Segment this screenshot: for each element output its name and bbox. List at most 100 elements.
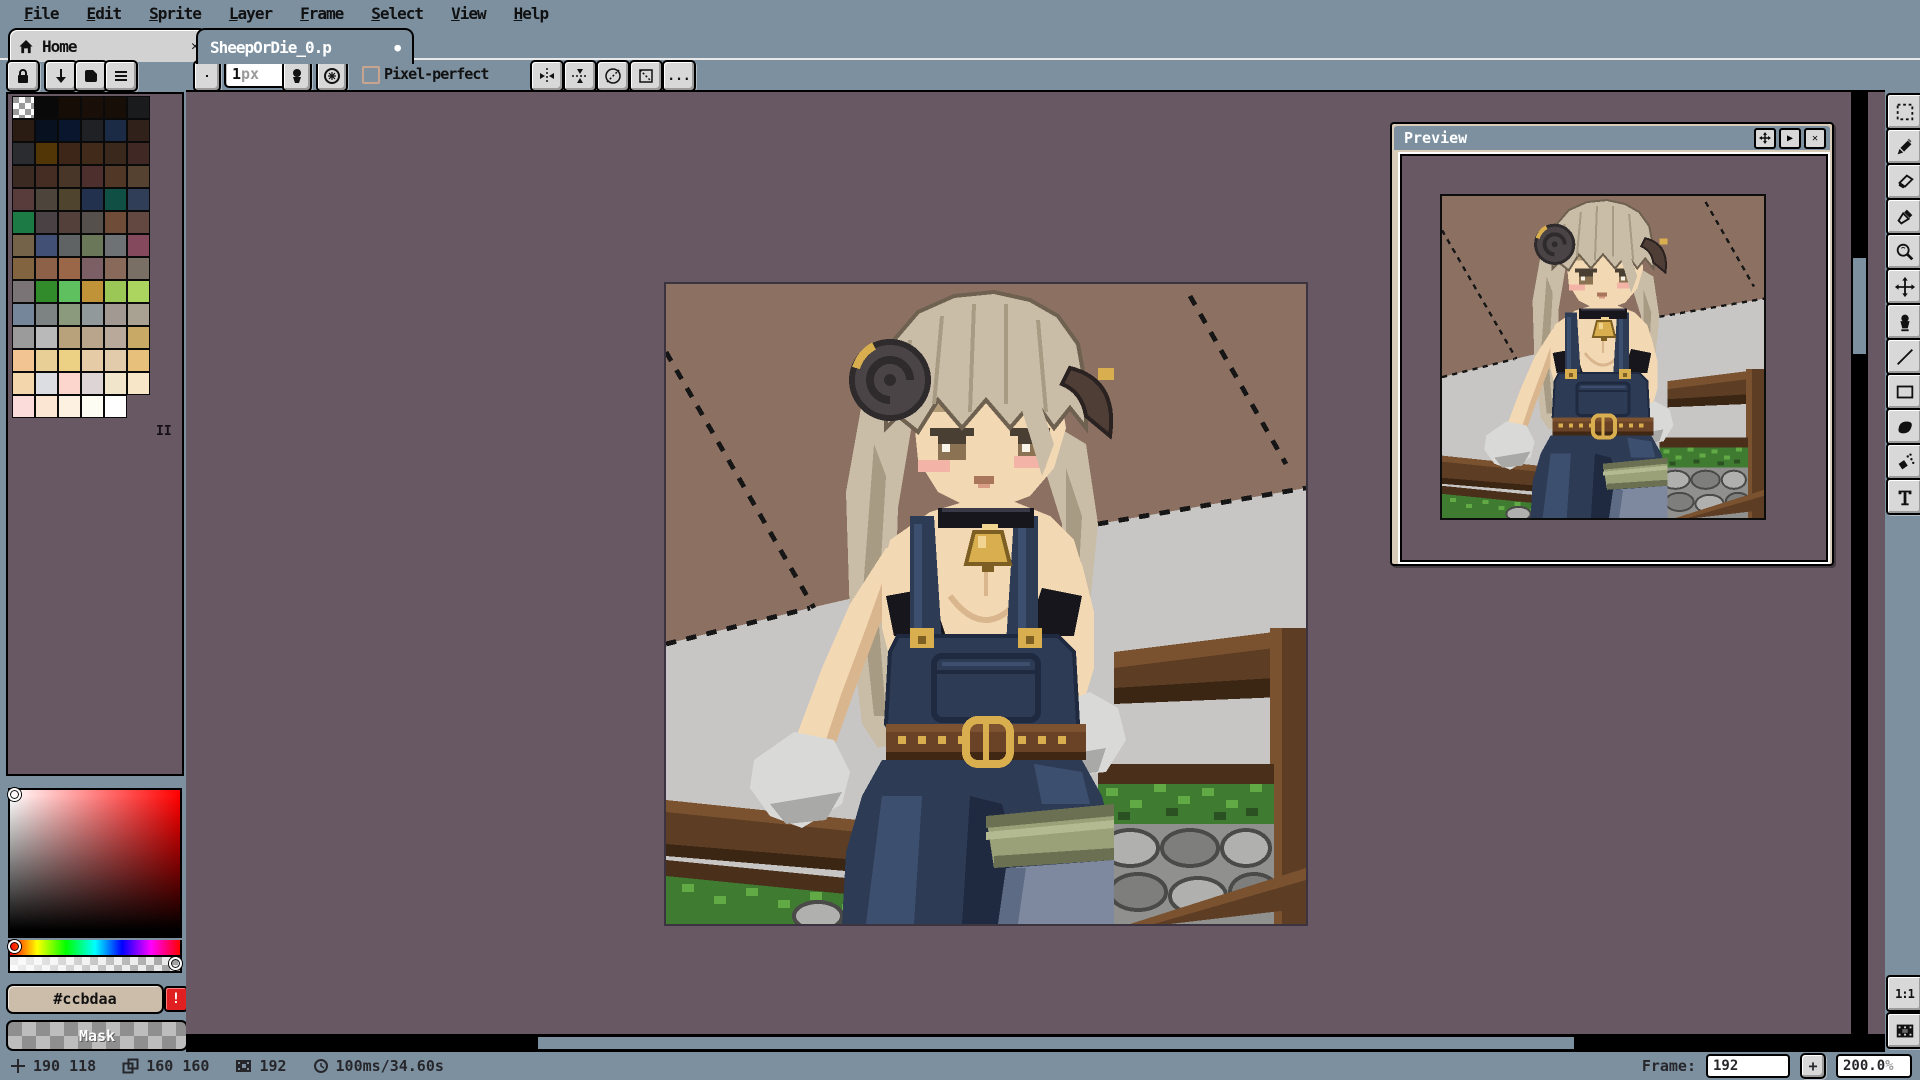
palette-swatch[interactable] bbox=[81, 211, 104, 234]
palette-swatch[interactable] bbox=[35, 303, 58, 326]
timeline-toggle-button[interactable] bbox=[1886, 1012, 1920, 1049]
palette-swatch[interactable] bbox=[104, 96, 127, 119]
dynamics-button[interactable] bbox=[316, 60, 348, 92]
palette-swatch[interactable] bbox=[58, 349, 81, 372]
tool-spray[interactable] bbox=[1886, 443, 1920, 480]
preview-center-button[interactable] bbox=[1754, 128, 1776, 149]
brush-size-input[interactable]: 1px bbox=[224, 60, 288, 88]
palette-swatch[interactable] bbox=[58, 257, 81, 280]
palette-swatch[interactable] bbox=[104, 280, 127, 303]
palette-swatch[interactable] bbox=[127, 303, 150, 326]
palette-swatch[interactable] bbox=[58, 96, 81, 119]
palette-swatch[interactable] bbox=[12, 349, 35, 372]
palette-swatch[interactable] bbox=[104, 395, 127, 418]
palette-swatch[interactable] bbox=[104, 234, 127, 257]
palette-swatch[interactable] bbox=[104, 349, 127, 372]
palette-swatch[interactable] bbox=[104, 119, 127, 142]
palette-swatch[interactable] bbox=[81, 96, 104, 119]
palette-swatch[interactable] bbox=[127, 234, 150, 257]
symmetry-horizontal-button[interactable] bbox=[530, 60, 564, 92]
preview-title-bar[interactable]: Preview ▶ ✕ bbox=[1394, 126, 1830, 150]
tool-move[interactable] bbox=[1886, 268, 1920, 305]
zoom-1-1-button[interactable]: 1:1 bbox=[1886, 975, 1920, 1012]
ink-type-button[interactable] bbox=[282, 60, 312, 92]
palette-swatch[interactable] bbox=[58, 142, 81, 165]
palette-swatch[interactable] bbox=[58, 188, 81, 211]
hue-slider[interactable] bbox=[8, 940, 182, 957]
palette-swatch[interactable] bbox=[58, 326, 81, 349]
palette-swatch[interactable] bbox=[81, 395, 104, 418]
palette-swatch[interactable] bbox=[12, 119, 35, 142]
palette-swatch[interactable] bbox=[12, 280, 35, 303]
palette-swatch[interactable] bbox=[35, 96, 58, 119]
alpha-marker[interactable] bbox=[169, 957, 182, 970]
palette-swatch[interactable] bbox=[104, 165, 127, 188]
tool-rectangular-marquee[interactable] bbox=[1886, 93, 1920, 130]
alpha-slider[interactable] bbox=[8, 957, 182, 973]
symmetry-left-diagonal-button[interactable] bbox=[629, 60, 663, 92]
palette-swatch[interactable] bbox=[58, 303, 81, 326]
preview-window[interactable]: Preview ▶ ✕ bbox=[1390, 122, 1834, 566]
palette-swatch[interactable] bbox=[127, 165, 150, 188]
palette-swatch[interactable] bbox=[81, 142, 104, 165]
menu-view[interactable]: View bbox=[437, 2, 500, 25]
palette-swatch[interactable] bbox=[81, 119, 104, 142]
palette-swatch[interactable] bbox=[127, 372, 150, 395]
pixel-perfect-checkbox[interactable] bbox=[362, 66, 380, 84]
palette-swatch[interactable] bbox=[104, 257, 127, 280]
palette-resize-handle[interactable]: II bbox=[156, 424, 172, 439]
symmetry-right-diagonal-button[interactable] bbox=[596, 60, 630, 92]
palette-swatch[interactable] bbox=[12, 326, 35, 349]
menu-sprite[interactable]: Sprite bbox=[135, 2, 215, 25]
brush-preview-button[interactable] bbox=[193, 60, 221, 92]
palette-swatch[interactable] bbox=[12, 96, 35, 119]
palette-swatch[interactable] bbox=[58, 211, 81, 234]
palette-swatch[interactable] bbox=[81, 303, 104, 326]
palette-swatch[interactable] bbox=[127, 96, 150, 119]
tool-line[interactable] bbox=[1886, 338, 1920, 375]
palette-swatch[interactable] bbox=[81, 372, 104, 395]
zoom-level-input[interactable]: 200.0% bbox=[1836, 1054, 1912, 1078]
palette-swatch[interactable] bbox=[12, 372, 35, 395]
palette-swatch[interactable] bbox=[58, 119, 81, 142]
hex-color-input[interactable]: #ccbdaa bbox=[6, 984, 164, 1014]
tool-contour[interactable] bbox=[1886, 408, 1920, 445]
tool-rectangle[interactable] bbox=[1886, 373, 1920, 410]
palette-swatch[interactable] bbox=[127, 257, 150, 280]
tool-text[interactable] bbox=[1886, 478, 1920, 515]
palette-swatch[interactable] bbox=[58, 234, 81, 257]
vertical-scrollbar[interactable] bbox=[1851, 92, 1868, 1036]
palette-swatch[interactable] bbox=[104, 211, 127, 234]
add-frame-button[interactable]: + bbox=[1800, 1053, 1826, 1079]
palette-swatch[interactable] bbox=[35, 165, 58, 188]
palette-swatch[interactable] bbox=[58, 395, 81, 418]
palette-swatch[interactable] bbox=[81, 165, 104, 188]
palette-swatch[interactable] bbox=[81, 234, 104, 257]
palette-swatch[interactable] bbox=[35, 395, 58, 418]
tool-eraser[interactable] bbox=[1886, 163, 1920, 200]
palette-swatch[interactable] bbox=[127, 211, 150, 234]
palette-swatch[interactable] bbox=[127, 142, 150, 165]
palette-swatch[interactable] bbox=[35, 280, 58, 303]
menu-select[interactable]: Select bbox=[357, 2, 437, 25]
symmetry-options-button[interactable]: ... bbox=[662, 60, 696, 92]
tab-home[interactable]: Home ✕ bbox=[8, 28, 208, 62]
menu-edit[interactable]: Edit bbox=[73, 2, 136, 25]
palette-swatch[interactable] bbox=[35, 257, 58, 280]
palette-swatch[interactable] bbox=[35, 142, 58, 165]
tool-zoom[interactable] bbox=[1886, 233, 1920, 270]
palette-swatch[interactable] bbox=[58, 280, 81, 303]
palette-swatch[interactable] bbox=[35, 372, 58, 395]
palette-swatch[interactable] bbox=[127, 119, 150, 142]
saturation-value-picker[interactable] bbox=[8, 788, 182, 938]
palette-swatch[interactable] bbox=[35, 349, 58, 372]
menu-layer[interactable]: Layer bbox=[215, 2, 286, 25]
menu-frame[interactable]: Frame bbox=[286, 2, 357, 25]
sv-marker[interactable] bbox=[8, 788, 21, 801]
palette-sort-button[interactable] bbox=[44, 60, 78, 92]
menu-help[interactable]: Help bbox=[500, 2, 563, 25]
tool-eyedropper[interactable] bbox=[1886, 198, 1920, 235]
symmetry-vertical-button[interactable] bbox=[563, 60, 597, 92]
hue-marker[interactable] bbox=[8, 940, 21, 953]
tool-paint-bucket[interactable] bbox=[1886, 303, 1920, 340]
